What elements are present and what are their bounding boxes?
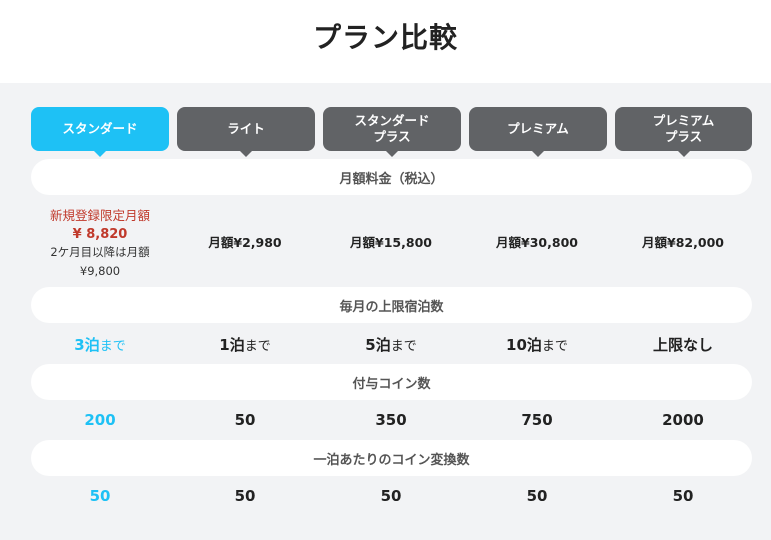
tab-label: プレミアム プラス bbox=[652, 113, 715, 144]
tab-premium[interactable]: プレミアム bbox=[469, 107, 607, 157]
tab-label: スタンダード プラス bbox=[354, 113, 430, 144]
tab-pointer-icon bbox=[386, 151, 398, 157]
tab-premium-plus[interactable]: プレミアム プラス bbox=[615, 107, 752, 157]
header: プラン比較 bbox=[0, 0, 771, 83]
nights-premium: 10泊 まで bbox=[467, 332, 607, 356]
nights-unit: まで bbox=[390, 338, 417, 354]
tab-light[interactable]: ライト bbox=[177, 107, 315, 157]
tab-pointer-icon bbox=[240, 151, 252, 157]
nights-value: 3泊 bbox=[74, 335, 100, 354]
tab-standard-plus[interactable]: スタンダード プラス bbox=[323, 107, 461, 157]
section-monthly-fee: 月額料金（税込） bbox=[31, 159, 752, 195]
price-premium-plus: 月額¥82,000 bbox=[642, 234, 724, 250]
nights-value: 1泊 bbox=[219, 335, 245, 354]
section-nights: 毎月の上限宿泊数 bbox=[31, 287, 752, 323]
conversion-premium: 50 bbox=[526, 487, 548, 505]
tab-pointer-icon bbox=[532, 151, 544, 157]
nights-standard-plus: 5泊 まで bbox=[321, 332, 461, 356]
tab-pointer-icon bbox=[94, 151, 106, 157]
section-coins: 付与コイン数 bbox=[31, 364, 752, 400]
coins-premium-plus: 2000 bbox=[662, 411, 704, 429]
price-standard-plus: 月額¥15,800 bbox=[350, 234, 432, 250]
page-title: プラン比較 bbox=[312, 21, 458, 54]
tab-label: ライト bbox=[227, 121, 265, 136]
nights-value: 上限なし bbox=[652, 335, 713, 354]
nights-value: 5泊 bbox=[365, 335, 391, 354]
tab-standard[interactable]: スタンダード bbox=[31, 107, 169, 157]
conversion-light: 50 bbox=[234, 487, 256, 505]
after-price: ¥9,800 bbox=[79, 264, 121, 278]
coins-standard: 200 bbox=[84, 411, 116, 429]
promo-price: ¥ 8,820 bbox=[72, 227, 128, 242]
promo-label: 新規登録限定月額 bbox=[49, 208, 150, 223]
tab-label: プレミアム bbox=[507, 121, 569, 136]
after-note: 2ケ月目以降は月額 bbox=[50, 245, 150, 259]
nights-value: 10泊 bbox=[506, 335, 542, 354]
price-light: 月額¥2,980 bbox=[208, 234, 282, 250]
conversion-standard: 50 bbox=[89, 487, 111, 505]
price-premium: 月額¥30,800 bbox=[496, 234, 578, 250]
coins-premium: 750 bbox=[521, 411, 553, 429]
coins-standard-plus: 350 bbox=[375, 411, 407, 429]
nights-unit: まで bbox=[99, 338, 126, 354]
nights-premium-plus: 上限なし bbox=[613, 332, 753, 356]
conversion-standard-plus: 50 bbox=[380, 487, 402, 505]
coins-light: 50 bbox=[234, 411, 256, 429]
tab-pointer-icon bbox=[677, 151, 690, 157]
section-conversion: 一泊あたりのコイン変換数 bbox=[31, 440, 752, 476]
conversion-premium-plus: 50 bbox=[672, 487, 694, 505]
nights-standard: 3泊 まで bbox=[30, 332, 170, 356]
nights-light: 1泊 まで bbox=[175, 332, 315, 356]
nights-unit: まで bbox=[541, 338, 568, 354]
standard-price-block: 新規登録限定月額 ¥ 8,820 2ケ月目以降は月額 ¥9,800 bbox=[29, 205, 171, 280]
nights-unit: まで bbox=[244, 338, 271, 354]
tab-label: スタンダード bbox=[62, 121, 138, 136]
